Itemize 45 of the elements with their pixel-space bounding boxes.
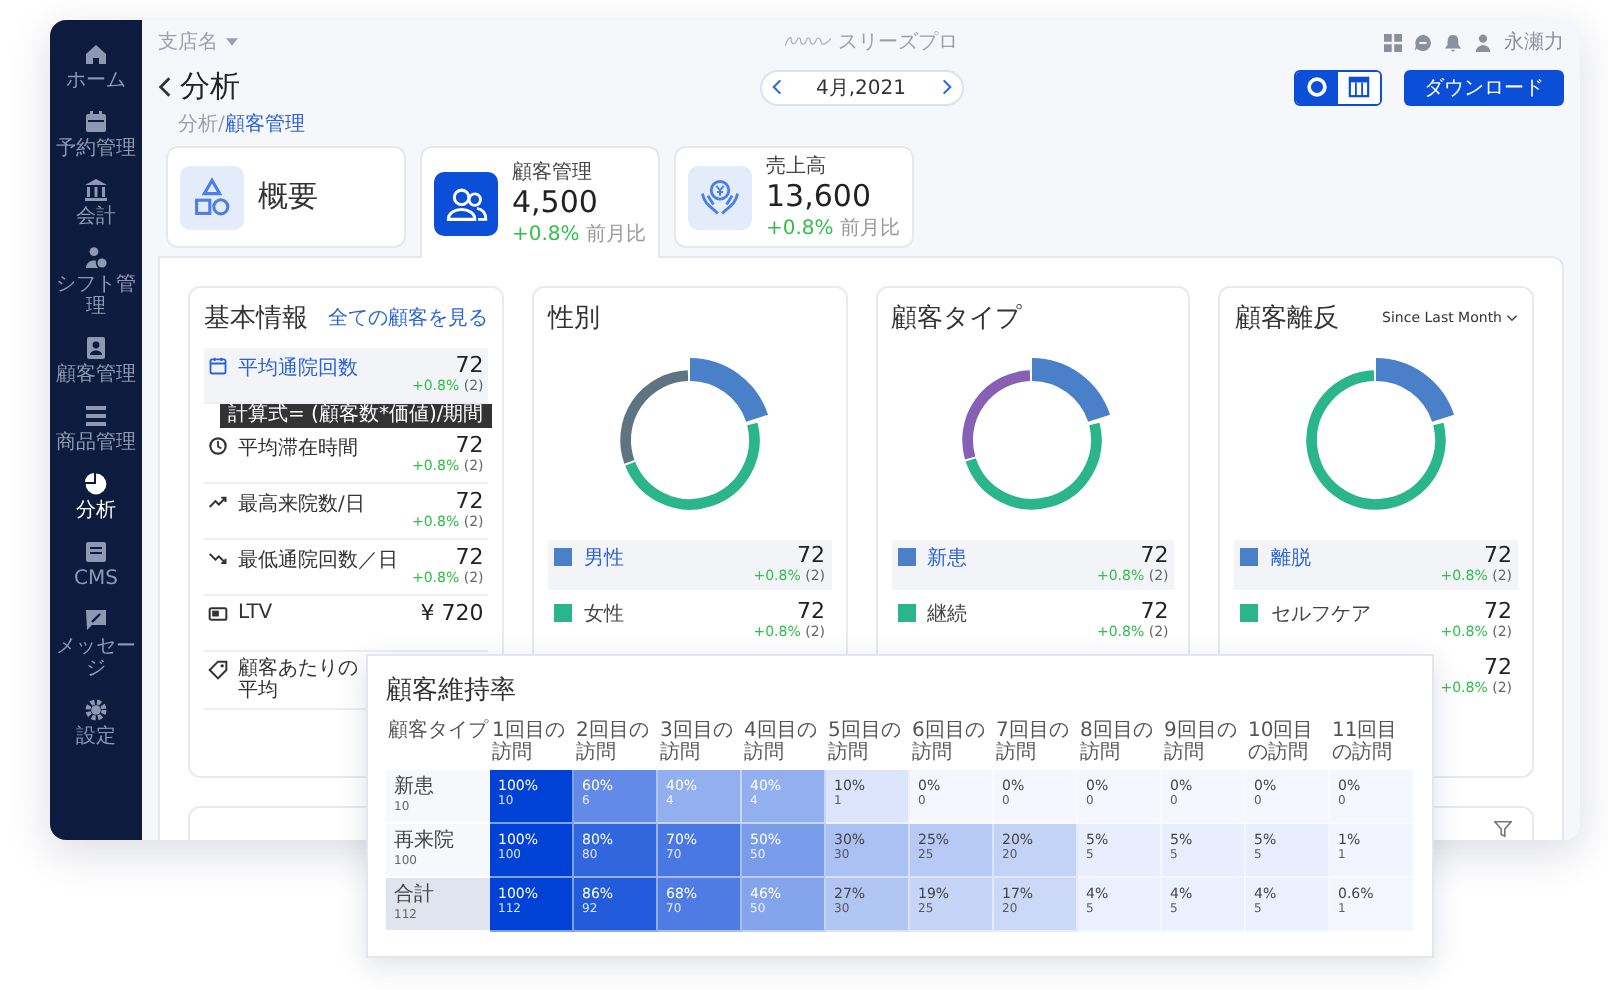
- column-header: 2回目の訪問: [574, 720, 651, 768]
- metric-label: 顧客あたりの平均: [238, 658, 360, 702]
- metric-value: 72: [455, 354, 484, 378]
- card-title: 顧客タイプ: [891, 302, 1021, 336]
- legend-value: 72: [1140, 600, 1169, 624]
- legend-value: 72: [797, 544, 825, 568]
- column-header: 4回目の訪問: [742, 720, 819, 768]
- column-header: 9回目の訪問: [1162, 720, 1239, 768]
- legend-label: 継続: [927, 601, 969, 628]
- column-header: 8回目の訪問: [1078, 720, 1155, 768]
- metric-label: 最高来院数/日: [238, 491, 367, 518]
- column-header: 11回目の訪問: [1330, 720, 1400, 768]
- card-title: 性別: [547, 302, 600, 336]
- legend-value: 72: [1484, 544, 1512, 568]
- card-title: 基本情報: [204, 302, 308, 336]
- legend-value: 72: [1140, 544, 1169, 568]
- legend-label: 離脱: [1270, 546, 1313, 572]
- column-header: 6回目の訪問: [910, 720, 987, 768]
- brand-name: スリーズプロ: [838, 29, 958, 56]
- metric-value: 72: [455, 490, 484, 514]
- metric-value: 72: [455, 546, 484, 570]
- date-value: 4月,2021: [816, 75, 906, 101]
- legend-label: 新患: [927, 545, 969, 572]
- legend-label: 女性: [583, 601, 626, 628]
- legend-value: 72: [1484, 600, 1512, 624]
- page-title: 分析: [180, 68, 240, 106]
- metric-label: 最低通院回数／日: [238, 547, 400, 574]
- legend-value: 72: [1484, 656, 1512, 680]
- column-header: 顧客タイプ: [386, 720, 490, 746]
- legend-label: 男性: [583, 545, 626, 572]
- column-header: 5回目の訪問: [826, 720, 903, 768]
- metric-label: LTV: [238, 602, 275, 624]
- column-header: 7回目の訪問: [994, 720, 1071, 768]
- metric-value: 72: [455, 434, 484, 458]
- user-name: 永瀬力: [1504, 29, 1564, 56]
- legend-label: セルフケア: [1270, 602, 1373, 628]
- metric-value: ¥ 720: [420, 602, 484, 626]
- column-header: 1回目の訪問: [490, 720, 567, 768]
- legend-value: 72: [797, 600, 825, 624]
- card-title: 顧客離反: [1234, 302, 1339, 336]
- tooltip: 計算式= (顧客数*価値)/期間: [220, 404, 492, 428]
- metric-label: 平均滞在時間: [238, 435, 360, 462]
- column-header: 3回目の訪問: [658, 720, 735, 768]
- metric-label: 平均通院回数: [238, 355, 360, 382]
- column-header: 10回目の訪問: [1246, 720, 1316, 768]
